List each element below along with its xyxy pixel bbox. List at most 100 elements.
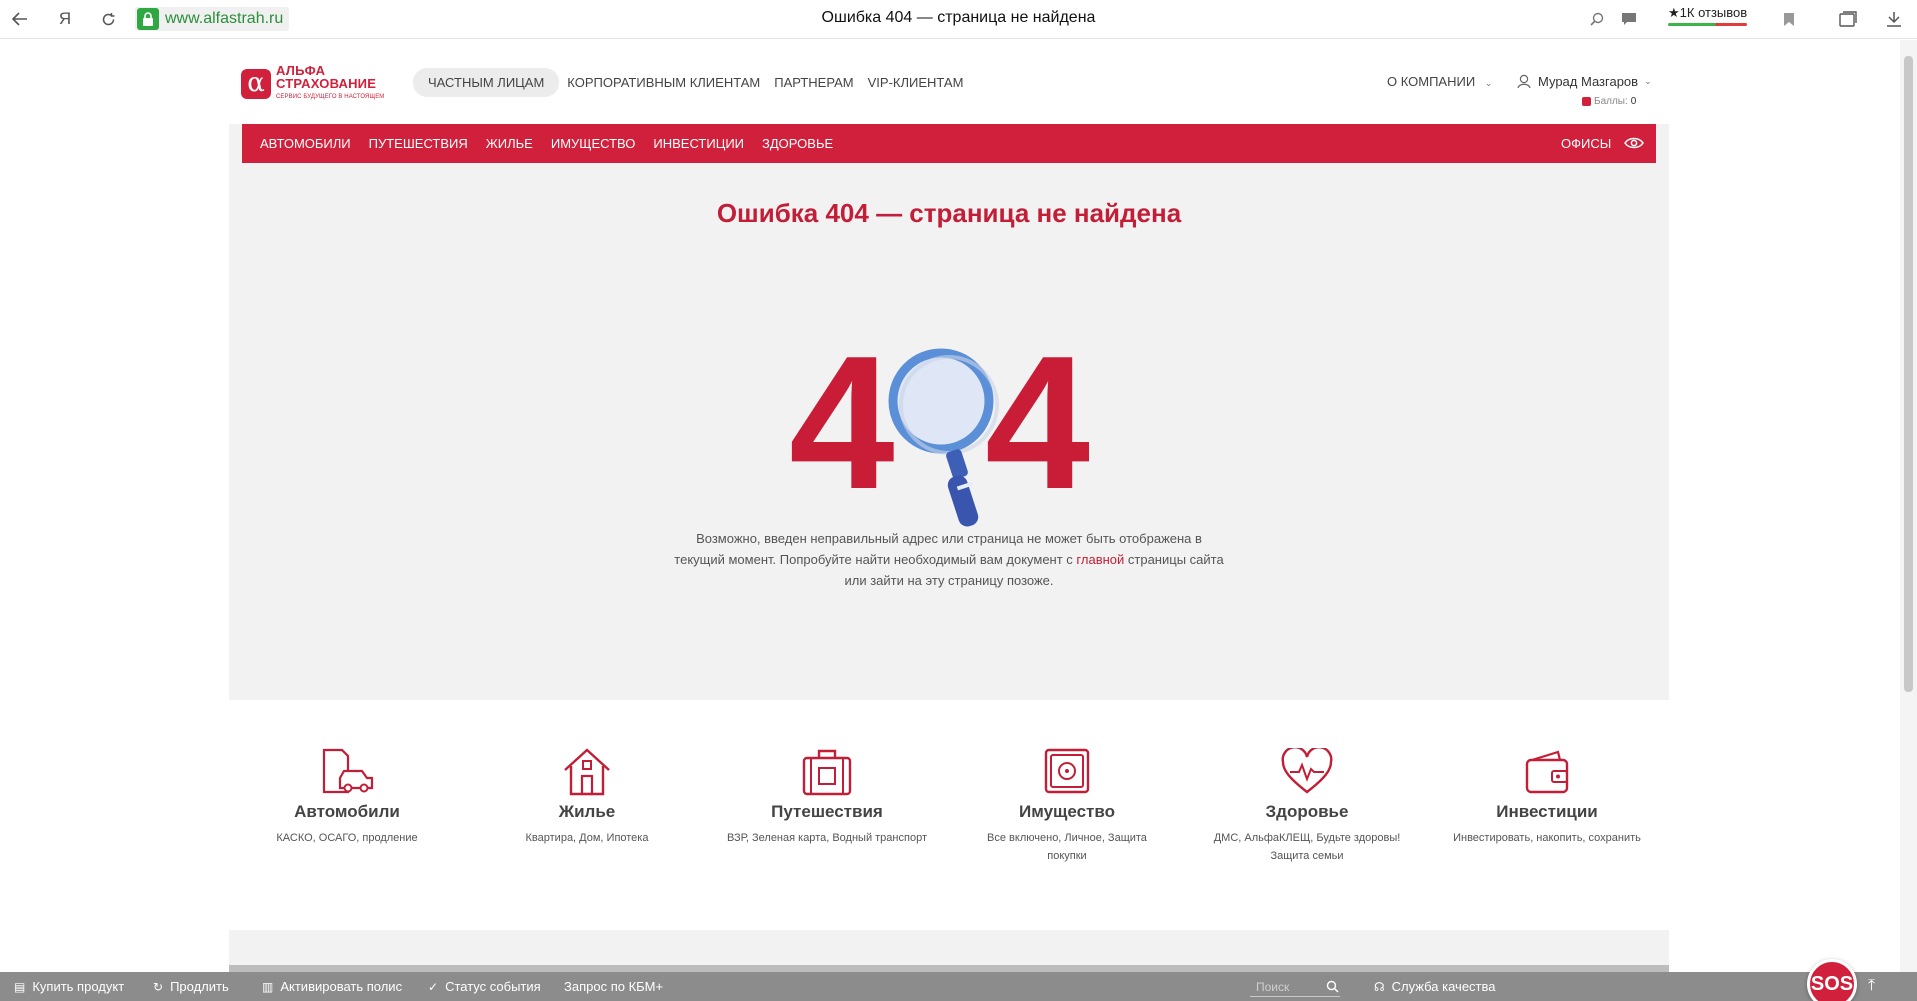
page-scrollbar[interactable]	[1900, 40, 1917, 972]
quality-service-button[interactable]: ☊ Служба качества	[1374, 979, 1496, 994]
nav-offices[interactable]: ОФИСЫ	[1561, 136, 1611, 151]
product-desc: Квартира, Дом, Ипотека	[525, 832, 649, 844]
url-text: www.alfastrah.ru	[165, 10, 284, 27]
product-travel[interactable]: Путешествия ВЗР, Зеленая карта, Водный т…	[727, 748, 927, 847]
product-housing[interactable]: Жилье Квартира, Дом, Ипотека	[487, 748, 687, 847]
reload-icon[interactable]	[96, 8, 120, 30]
house-icon	[564, 748, 610, 796]
illustration-4-right: 4	[985, 317, 1089, 529]
about-company-dropdown[interactable]: О КОМПАНИИ ⌄	[1387, 74, 1492, 89]
nav-housing[interactable]: ЖИЛЬЕ	[486, 136, 533, 151]
scrollbar-thumb[interactable]	[1904, 56, 1913, 692]
lock-icon	[137, 8, 159, 30]
zoom-icon[interactable]	[1585, 8, 1609, 30]
reviews-rating-bar	[1668, 23, 1748, 26]
alpha-logo-icon: α	[241, 69, 271, 99]
magnifier-icon	[888, 348, 999, 527]
audience-nav: ЧАСТНЫМ ЛИЦАМ КОРПОРАТИВНЫМ КЛИЕНТАМ ПАР…	[413, 68, 977, 97]
yandex-icon[interactable]: Я	[53, 8, 77, 30]
product-title: Автомобили	[294, 802, 400, 821]
product-desc: ДМС, АльфаКЛЕЩ, Будьте здоровы! Защита с…	[1213, 832, 1401, 862]
product-nav-bar: АВТОМОБИЛИ ПУТЕШЕСТВИЯ ЖИЛЬЕ ИМУЩЕСТВО И…	[242, 124, 1656, 163]
product-title: Путешествия	[771, 802, 883, 821]
about-label: О КОМПАНИИ	[1387, 74, 1476, 89]
alfastrah-logo[interactable]: α АЛЬФА СТРАХОВАНИЕ СЕРВИС БУДУЩЕГО В НА…	[241, 64, 384, 104]
reviews-badge[interactable]: ★1К отзывов	[1668, 5, 1748, 26]
bookmark-icon[interactable]	[1777, 8, 1801, 30]
safe-icon	[1044, 748, 1090, 794]
bottom-quick-bar: ▤ Купить продукт ↻ Продлить ▥ Активировать …	[0, 972, 1917, 1001]
kbm-request-button[interactable]: Запрос по КБМ+	[564, 979, 663, 994]
product-property[interactable]: Имущество Все включено, Личное, Защита п…	[967, 748, 1167, 865]
user-icon	[1517, 74, 1531, 89]
browser-toolbar: Я www.alfastrah.ru Ошибка 404 — страница…	[0, 0, 1917, 39]
product-desc: Все включено, Личное, Защита покупки	[987, 832, 1147, 862]
nav-travel[interactable]: ПУТЕШЕСТВИЯ	[369, 136, 468, 151]
sos-button[interactable]: SOS	[1807, 959, 1857, 1001]
buy-product-button[interactable]: ▤ Купить продукт	[14, 979, 124, 994]
renew-button[interactable]: ↻ Продлить	[153, 979, 229, 994]
collections-icon[interactable]	[1836, 8, 1860, 30]
error-title: Ошибка 404 — страница не найдена	[716, 198, 1182, 228]
suitcase-icon	[802, 749, 852, 796]
user-name: Мурад Мазгаров	[1538, 74, 1639, 89]
nav-corporate-clients[interactable]: КОРПОРАТИВНЫМ КЛИЕНТАМ	[567, 75, 760, 90]
product-title: Здоровье	[1265, 802, 1349, 821]
eye-icon[interactable]	[1624, 134, 1644, 152]
headset-icon: ☊	[1374, 979, 1385, 994]
product-desc: ВЗР, Зеленая карта, Водный транспорт	[727, 832, 927, 844]
chevron-down-icon: ⌄	[1644, 76, 1652, 86]
points-icon	[1582, 97, 1591, 106]
chat-icon[interactable]	[1617, 8, 1641, 30]
points-label: Баллы:	[1594, 96, 1628, 107]
product-cars[interactable]: Автомобили КАСКО, ОСАГО, продление	[247, 748, 447, 847]
site-container: α АЛЬФА СТРАХОВАНИЕ СЕРВИС БУДУЩЕГО В НА…	[229, 40, 1669, 972]
nav-cars[interactable]: АВТОМОБИЛИ	[260, 136, 351, 151]
document-icon: ▥	[262, 979, 274, 994]
points-value: 0	[1630, 96, 1637, 107]
activate-policy-label: Активировать полис	[280, 979, 403, 994]
buy-product-label: Купить продукт	[32, 979, 125, 994]
check-circle-icon: ✓	[428, 979, 439, 994]
site-header: α АЛЬФА СТРАХОВАНИЕ СЕРВИС БУДУЩЕГО В НА…	[229, 40, 1669, 163]
search-icon[interactable]	[1326, 980, 1339, 993]
illustration-4-left: 4	[789, 317, 894, 529]
product-health[interactable]: Здоровье ДМС, АльфаКЛЕЩ, Будьте здоровы!…	[1207, 748, 1407, 865]
nav-property[interactable]: ИМУЩЕСТВО	[551, 136, 636, 151]
nav-private-clients[interactable]: ЧАСТНЫМ ЛИЦАМ	[413, 68, 560, 97]
event-status-button[interactable]: ✓ Статус события	[428, 979, 541, 994]
address-bar[interactable]: www.alfastrah.ru	[135, 7, 290, 31]
logo-tagline: СЕРВИС БУДУЩЕГО В НАСТОЯЩЕМ	[276, 94, 385, 100]
activate-policy-button[interactable]: ▥ Активировать полис	[262, 979, 402, 994]
reviews-label: ★1К отзывов	[1668, 5, 1748, 20]
logo-text: АЛЬФА СТРАХОВАНИЕ СЕРВИС БУДУЩЕГО В НАСТ…	[276, 64, 384, 104]
product-investments[interactable]: Инвестиции Инвестировать, накопить, сохр…	[1447, 748, 1647, 847]
nav-vip-clients[interactable]: VIP-КЛИЕНТАМ	[868, 75, 964, 90]
cart-icon: ▤	[14, 979, 26, 994]
wallet-icon	[1525, 750, 1569, 794]
error-description: Возможно, введен неправильный адрес или …	[669, 528, 1229, 591]
footer-divider	[229, 965, 1669, 972]
product-desc: Инвестировать, накопить, сохранить	[1453, 832, 1641, 844]
renew-label: Продлить	[170, 979, 229, 994]
product-title: Имущество	[1019, 802, 1115, 821]
kbm-request-label: Запрос по КБМ+	[564, 979, 664, 994]
logo-line2: СТРАХОВАНИЕ	[276, 76, 377, 91]
renew-icon: ↻	[153, 979, 164, 994]
home-page-link[interactable]: главной	[1076, 552, 1124, 567]
heart-pulse-icon	[1281, 748, 1333, 794]
scroll-to-top-icon[interactable]: ⤒	[1868, 977, 1875, 995]
download-icon[interactable]	[1882, 8, 1906, 30]
chevron-down-icon: ⌄	[1484, 78, 1493, 88]
user-menu[interactable]: Мурад Мазгаров ⌄	[1517, 74, 1652, 89]
product-categories: Автомобили КАСКО, ОСАГО, продление Жилье…	[229, 700, 1669, 930]
back-arrow-icon[interactable]	[8, 8, 32, 30]
product-title: Жилье	[558, 802, 616, 821]
nav-health[interactable]: ЗДОРОВЬЕ	[762, 136, 833, 151]
event-status-label: Статус события	[445, 979, 541, 994]
points-balance[interactable]: Баллы: 0	[1582, 96, 1636, 107]
nav-investments[interactable]: ИНВЕСТИЦИИ	[653, 136, 744, 151]
nav-partners[interactable]: ПАРТНЕРАМ	[774, 75, 853, 90]
product-desc: КАСКО, ОСАГО, продление	[276, 832, 418, 844]
product-title: Инвестиции	[1496, 802, 1598, 821]
